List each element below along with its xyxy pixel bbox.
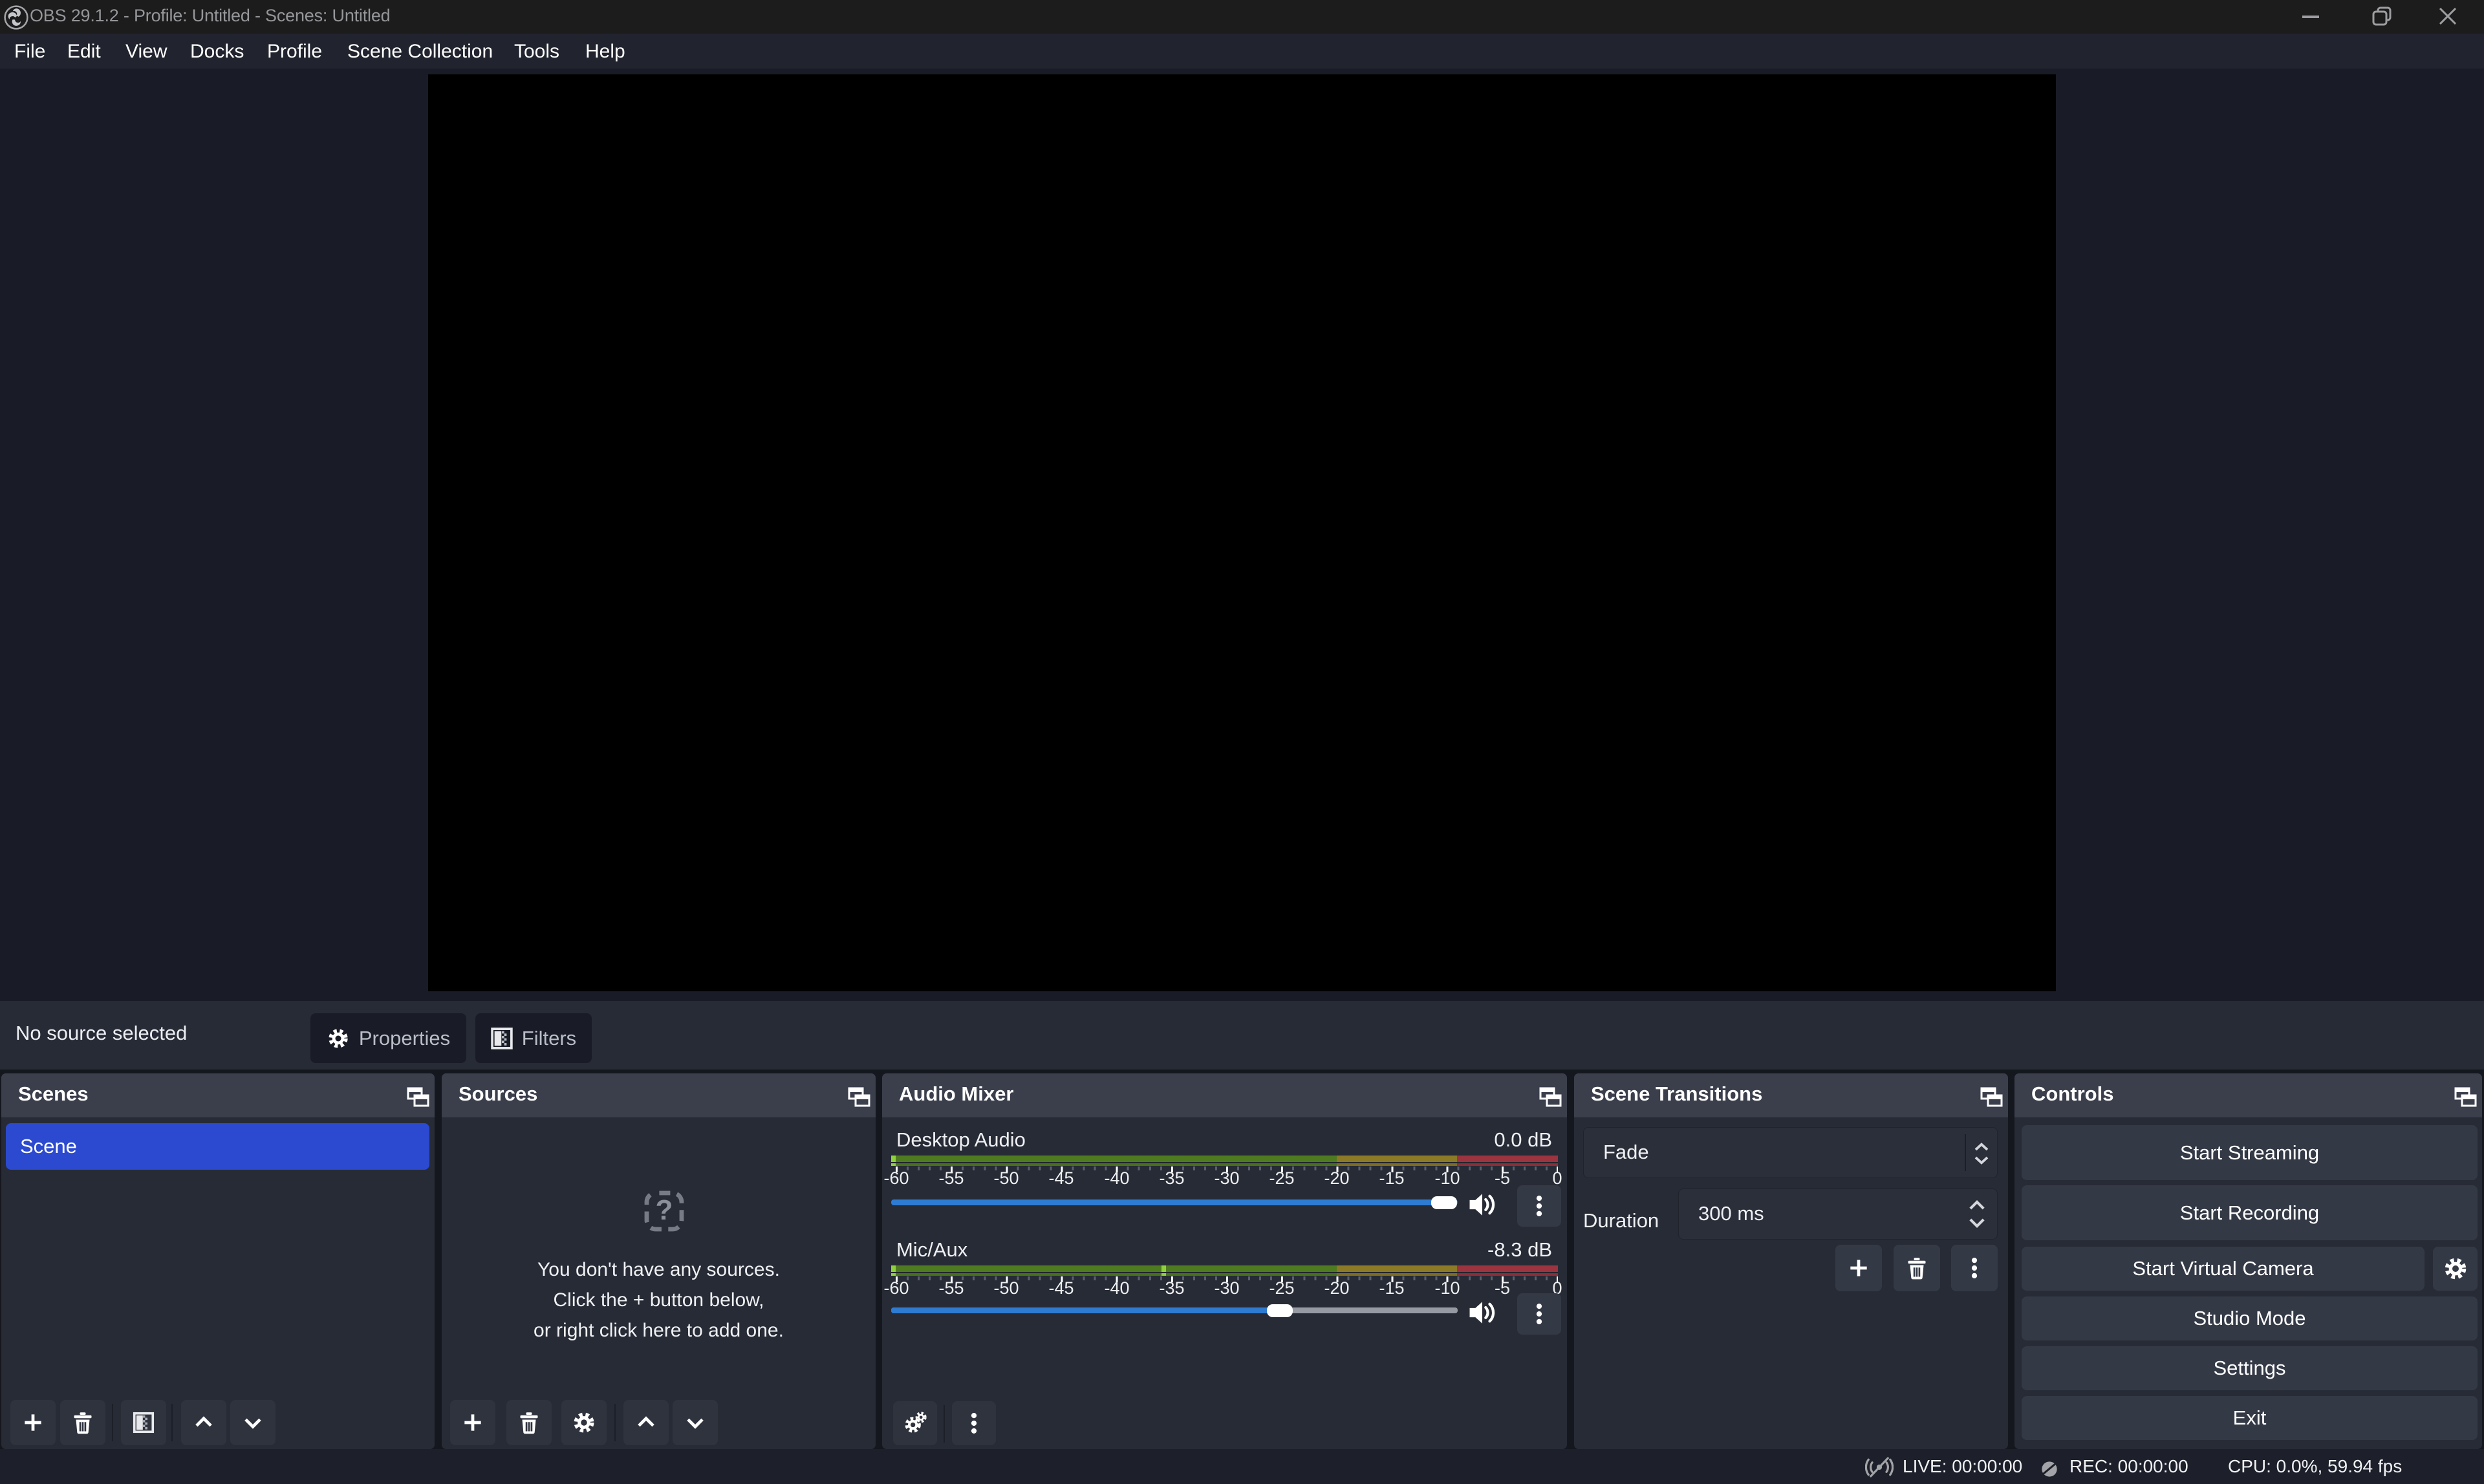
svg-text:?: ? [656, 1194, 673, 1226]
